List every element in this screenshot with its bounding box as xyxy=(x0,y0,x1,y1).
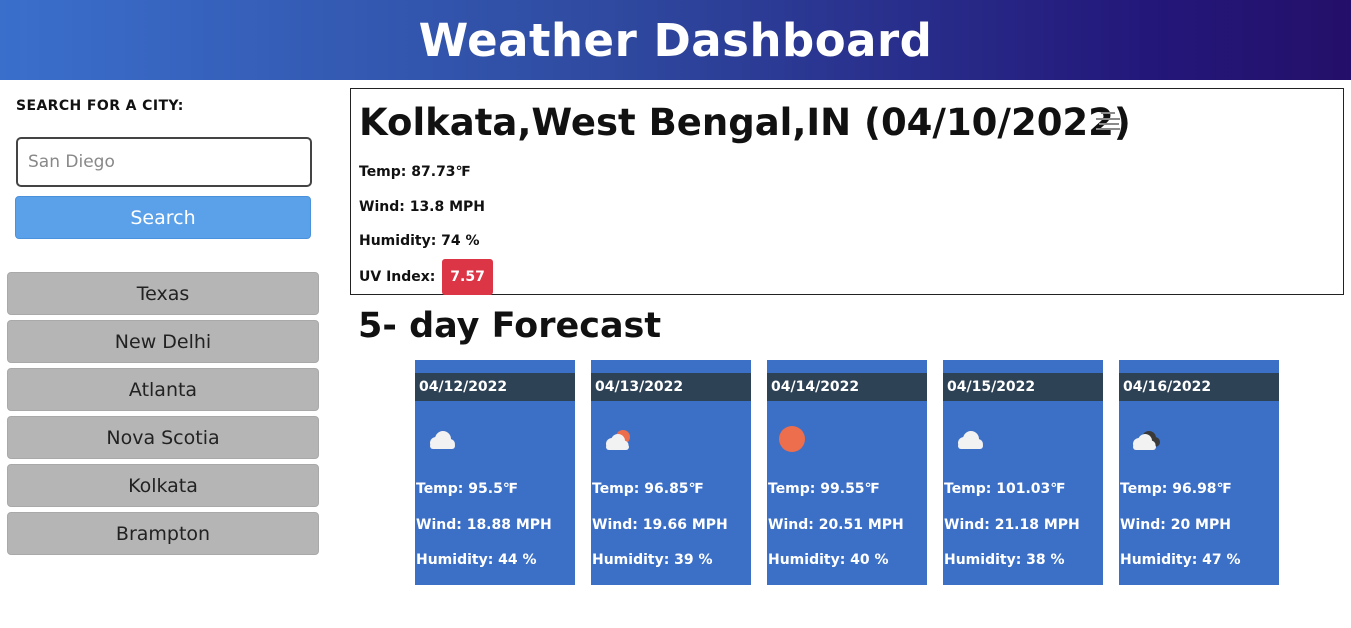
history-item-brampton[interactable]: Brampton xyxy=(7,512,319,555)
app-header: Weather Dashboard xyxy=(0,0,1351,80)
city-search-input[interactable] xyxy=(16,137,312,187)
sidebar: SEARCH FOR A CITY: Search Texas New Delh… xyxy=(0,80,330,628)
forecast-card: 04/13/2022 Temp: 96.85℉ Wind: 19.66 MPH … xyxy=(591,360,751,585)
forecast-title: 5- day Forecast xyxy=(358,306,662,346)
forecast-temp: Temp: 101.03℉ xyxy=(944,481,1066,497)
broken-clouds-icon xyxy=(1133,431,1160,450)
cloud-icon xyxy=(958,431,983,449)
current-wind: Wind: 13.8 MPH xyxy=(359,199,486,215)
sun-icon xyxy=(779,426,805,452)
forecast-humidity: Humidity: 40 % xyxy=(768,552,889,568)
search-history-list: Texas New Delhi Atlanta Nova Scotia Kolk… xyxy=(7,272,319,560)
forecast-humidity: Humidity: 38 % xyxy=(944,552,1065,568)
cloud-icon xyxy=(430,431,455,449)
current-humidity: Humidity: 74 % xyxy=(359,233,480,249)
history-item-new-delhi[interactable]: New Delhi xyxy=(7,320,319,363)
history-item-nova-scotia[interactable]: Nova Scotia xyxy=(7,416,319,459)
current-weather-panel: Kolkata,West Bengal,IN (04/10/2022) Temp… xyxy=(350,88,1344,295)
haze-icon xyxy=(1096,112,1120,130)
forecast-humidity: Humidity: 47 % xyxy=(1120,552,1241,568)
forecast-wind: Wind: 18.88 MPH xyxy=(416,517,552,533)
forecast-date: 04/13/2022 xyxy=(591,373,751,401)
forecast-card: 04/14/2022 Temp: 99.55℉ Wind: 20.51 MPH … xyxy=(767,360,927,585)
forecast-card: 04/16/2022 Temp: 96.98℉ Wind: 20 MPH Hum… xyxy=(1119,360,1279,585)
current-temp: Temp: 87.73℉ xyxy=(359,164,471,180)
forecast-temp: Temp: 96.85℉ xyxy=(592,481,704,497)
partly-cloudy-icon xyxy=(606,430,630,450)
forecast-humidity: Humidity: 44 % xyxy=(416,552,537,568)
current-city-title: Kolkata,West Bengal,IN (04/10/2022) xyxy=(359,101,1131,144)
forecast-temp: Temp: 95.5℉ xyxy=(416,481,519,497)
forecast-temp: Temp: 96.98℉ xyxy=(1120,481,1232,497)
uv-index-label: UV Index: xyxy=(359,269,436,285)
forecast-date: 04/15/2022 xyxy=(943,373,1103,401)
app-title: Weather Dashboard xyxy=(418,13,933,67)
search-label: SEARCH FOR A CITY: xyxy=(16,98,184,114)
forecast-wind: Wind: 21.18 MPH xyxy=(944,517,1080,533)
forecast-wind: Wind: 19.66 MPH xyxy=(592,517,728,533)
uv-index-badge: 7.57 xyxy=(442,259,493,295)
history-item-atlanta[interactable]: Atlanta xyxy=(7,368,319,411)
forecast-wind: Wind: 20 MPH xyxy=(1120,517,1231,533)
history-item-kolkata[interactable]: Kolkata xyxy=(7,464,319,507)
forecast-humidity: Humidity: 39 % xyxy=(592,552,713,568)
forecast-date: 04/16/2022 xyxy=(1119,373,1279,401)
forecast-card: 04/12/2022 Temp: 95.5℉ Wind: 18.88 MPH H… xyxy=(415,360,575,585)
history-item-texas[interactable]: Texas xyxy=(7,272,319,315)
forecast-card: 04/15/2022 Temp: 101.03℉ Wind: 21.18 MPH… xyxy=(943,360,1103,585)
forecast-date: 04/14/2022 xyxy=(767,373,927,401)
uv-index-row: UV Index: 7.57 xyxy=(359,259,493,295)
search-button[interactable]: Search xyxy=(15,196,311,239)
forecast-temp: Temp: 99.55℉ xyxy=(768,481,880,497)
forecast-date: 04/12/2022 xyxy=(415,373,575,401)
forecast-wind: Wind: 20.51 MPH xyxy=(768,517,904,533)
